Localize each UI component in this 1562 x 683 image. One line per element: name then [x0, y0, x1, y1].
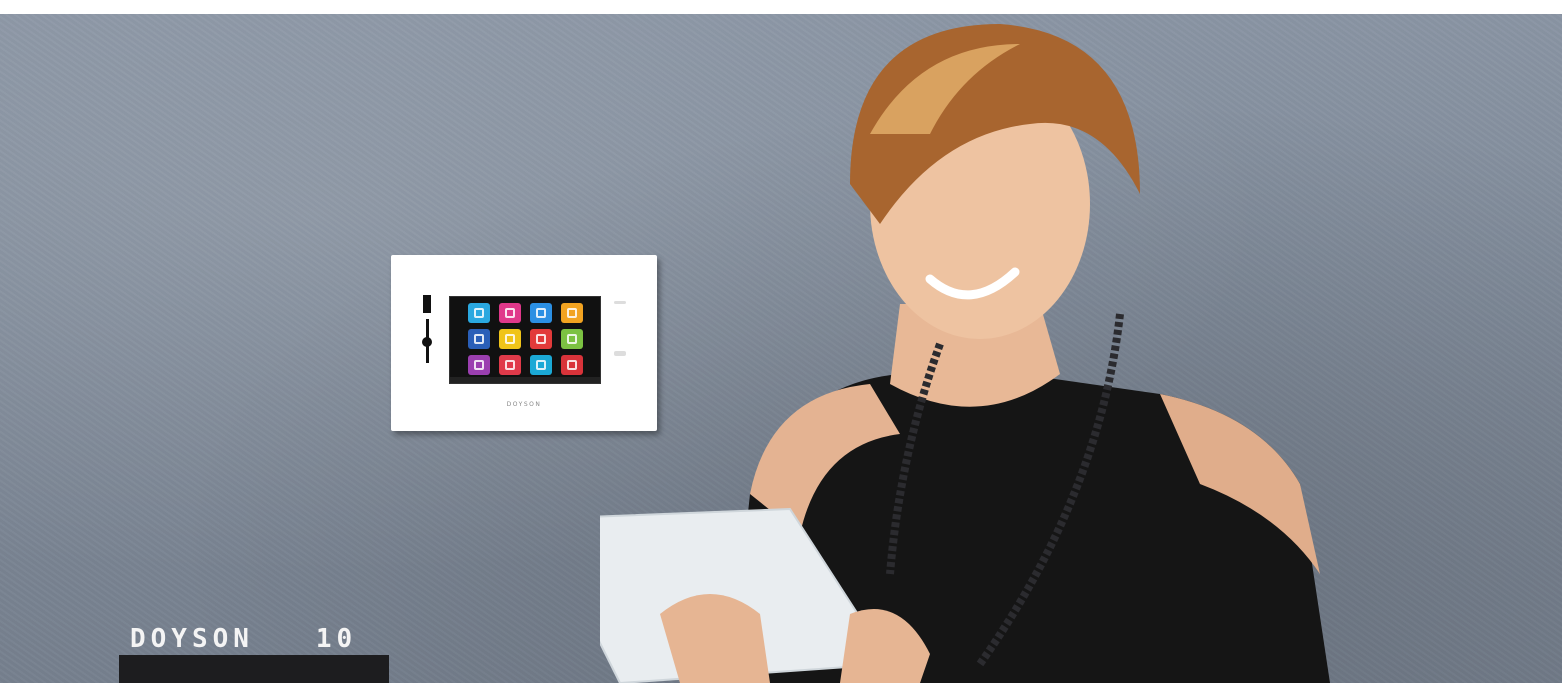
panel-sensor — [423, 295, 431, 313]
settings-icon — [499, 329, 521, 349]
panel-touchscreen — [449, 296, 601, 384]
microphone-icon — [499, 303, 521, 323]
intercom-icon — [561, 355, 583, 375]
info-icon — [468, 329, 490, 349]
curtain-icon — [468, 355, 490, 375]
camera-icon — [530, 355, 552, 375]
tools-icon — [561, 303, 583, 323]
screen-status-bar — [450, 377, 600, 383]
woman-with-tablet-photo — [600, 24, 1330, 683]
caption-title: DOYSON 10 — [130, 624, 358, 654]
volume-slider-knob — [422, 337, 432, 347]
bell-icon — [499, 355, 521, 375]
caption-bar — [119, 655, 389, 683]
lock-icon — [530, 329, 552, 349]
music-icon — [530, 303, 552, 323]
phone-icon — [468, 303, 490, 323]
photo-scene: DOYSON DOYSON 10 — [0, 0, 1562, 683]
app-icon-grid — [468, 303, 586, 375]
home-icon — [561, 329, 583, 349]
